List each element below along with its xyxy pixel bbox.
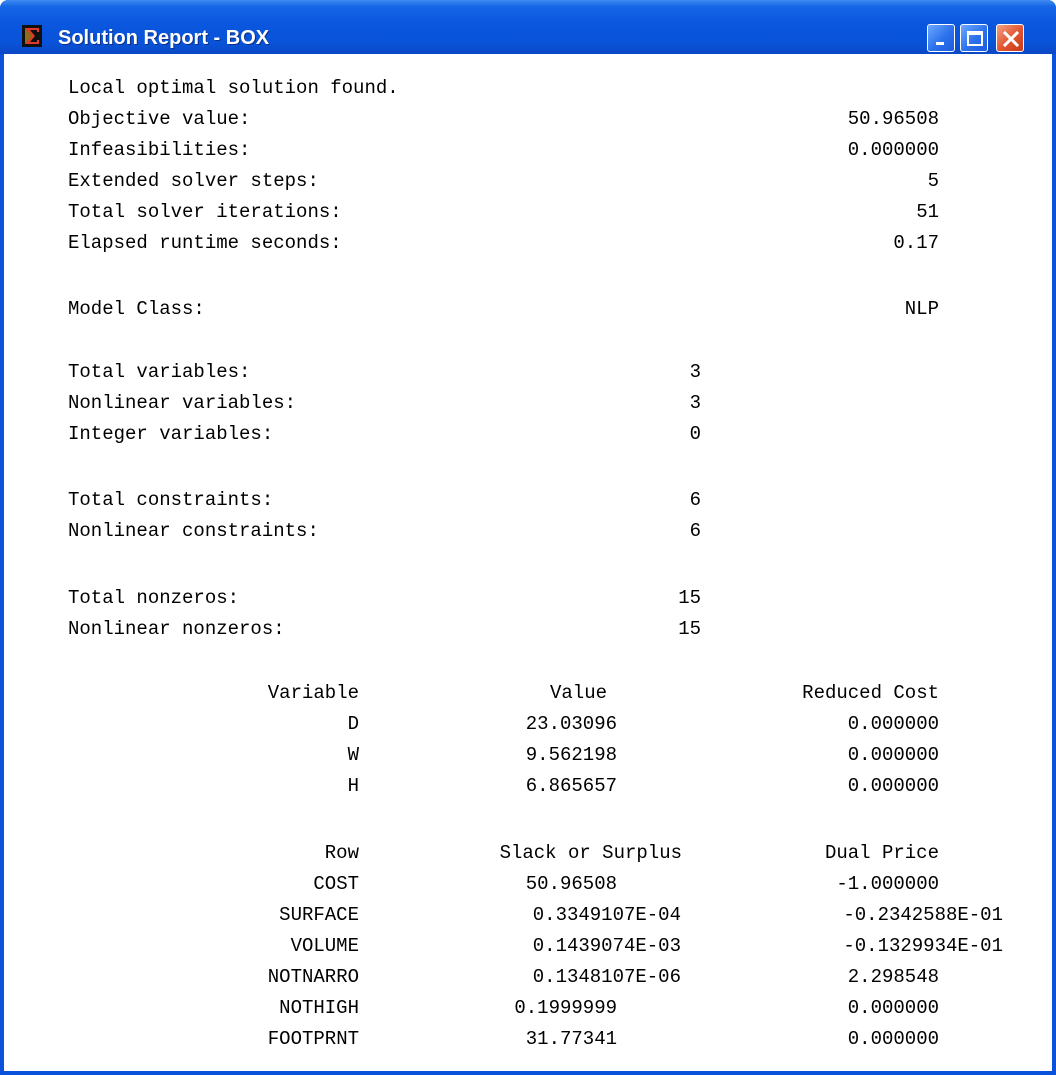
dual-price: 0.000000 <box>847 997 939 1019</box>
infeasibilities-label: Infeasibilities: <box>68 139 251 161</box>
slack-value: 31.77341 <box>525 1028 617 1050</box>
integer-variables-label: Integer variables: <box>68 423 274 445</box>
dual-price-column-header: Dual Price <box>824 842 939 864</box>
minimize-button[interactable] <box>927 24 955 52</box>
nonlinear-constraints-line: Nonlinear constraints: 6 <box>4 516 1052 546</box>
iterations-line: Total solver iterations: 51 <box>4 197 1052 227</box>
variable-value: 9.562198 <box>525 744 617 766</box>
row-name: COST <box>313 873 359 895</box>
dual-price: 2.298548 <box>847 966 939 988</box>
title-bar[interactable]: Solution Report - BOX <box>0 0 1056 54</box>
extended-steps-value: 5 <box>927 170 939 192</box>
table-row: NOTNARRO 0.1348107E-06 2.298548 <box>4 962 1052 992</box>
row-name: NOTNARRO <box>267 966 359 988</box>
infeasibilities-line: Infeasibilities: 0.000000 <box>4 135 1052 165</box>
close-icon <box>1002 30 1020 48</box>
close-button[interactable] <box>996 24 1024 52</box>
minimize-icon <box>936 42 944 45</box>
dual-price: -0.2342588E-01 <box>843 904 1003 926</box>
maximize-button[interactable] <box>960 24 988 52</box>
report-area[interactable]: Local optimal solution found. Objective … <box>4 54 1052 1071</box>
objective-line: Objective value: 50.96508 <box>4 104 1052 134</box>
slack-value: 50.96508 <box>525 873 617 895</box>
reduced-cost: 0.000000 <box>847 775 939 797</box>
nonlinear-variables-value: 3 <box>689 392 701 414</box>
iterations-label: Total solver iterations: <box>68 201 342 223</box>
slack-value: 0.3349107E-04 <box>532 904 681 926</box>
integer-variables-value: 0 <box>689 423 701 445</box>
reduced-cost: 0.000000 <box>847 713 939 735</box>
runtime-label: Elapsed runtime seconds: <box>68 232 342 254</box>
table-row: NOTHIGH 0.1999999 0.000000 <box>4 993 1052 1023</box>
total-variables-value: 3 <box>689 361 701 383</box>
model-class-value: NLP <box>904 298 939 320</box>
nonlinear-nonzeros-value: 15 <box>678 618 701 640</box>
table-row: VOLUME 0.1439074E-03 -0.1329934E-01 <box>4 931 1052 961</box>
row-name: NOTHIGH <box>279 997 359 1019</box>
variable-name: W <box>347 744 359 766</box>
total-variables-label: Total variables: <box>68 361 251 383</box>
total-constraints-line: Total constraints: 6 <box>4 485 1052 515</box>
row-column-header: Row <box>324 842 359 864</box>
row-name: SURFACE <box>279 904 359 926</box>
table-row: COST 50.96508 -1.000000 <box>4 869 1052 899</box>
slack-value: 0.1348107E-06 <box>532 966 681 988</box>
total-constraints-label: Total constraints: <box>68 489 274 511</box>
total-constraints-value: 6 <box>689 489 701 511</box>
table-row: H 6.865657 0.000000 <box>4 771 1052 801</box>
variable-value: 6.865657 <box>525 775 617 797</box>
solution-report-text: Local optimal solution found. Objective … <box>4 54 1052 1071</box>
runtime-line: Elapsed runtime seconds: 0.17 <box>4 228 1052 258</box>
variable-name: H <box>347 775 359 797</box>
rows-header-row: Row Slack or Surplus Dual Price <box>4 838 1052 868</box>
extended-steps-line: Extended solver steps: 5 <box>4 166 1052 196</box>
variables-header-row: Variable Value Reduced Cost <box>4 678 1052 708</box>
dual-price: 0.000000 <box>847 1028 939 1050</box>
row-name: VOLUME <box>290 935 359 957</box>
model-class-line: Model Class: NLP <box>4 294 1052 324</box>
status-line: Local optimal solution found. <box>4 73 1052 103</box>
integer-variables-line: Integer variables: 0 <box>4 419 1052 449</box>
objective-value: 50.96508 <box>847 108 939 130</box>
total-nonzeros-value: 15 <box>678 587 701 609</box>
extended-steps-label: Extended solver steps: <box>68 170 319 192</box>
total-variables-line: Total variables: 3 <box>4 357 1052 387</box>
maximize-icon <box>967 31 983 46</box>
table-row: FOOTPRNT 31.77341 0.000000 <box>4 1024 1052 1054</box>
value-column-header: Value <box>549 682 607 704</box>
model-class-label: Model Class: <box>68 298 205 320</box>
table-row: SURFACE 0.3349107E-04 -0.2342588E-01 <box>4 900 1052 930</box>
variable-column-header: Variable <box>267 682 359 704</box>
table-row: W 9.562198 0.000000 <box>4 740 1052 770</box>
lingo-sigma-icon <box>22 25 42 47</box>
iterations-value: 51 <box>916 201 939 223</box>
runtime-value: 0.17 <box>893 232 939 254</box>
variable-value: 23.03096 <box>525 713 617 735</box>
row-name: FOOTPRNT <box>267 1028 359 1050</box>
variable-name: D <box>347 713 359 735</box>
solution-report-window: Solution Report - BOX Local optimal solu… <box>0 0 1056 1075</box>
slack-value: 0.1999999 <box>514 997 617 1019</box>
window-title: Solution Report - BOX <box>58 27 270 49</box>
reduced-cost: 0.000000 <box>847 744 939 766</box>
dual-price: -0.1329934E-01 <box>843 935 1003 957</box>
dual-price: -1.000000 <box>836 873 939 895</box>
nonlinear-variables-label: Nonlinear variables: <box>68 392 297 414</box>
nonlinear-constraints-label: Nonlinear constraints: <box>68 520 319 542</box>
solution-status: Local optimal solution found. <box>68 77 399 99</box>
nonlinear-nonzeros-label: Nonlinear nonzeros: <box>68 618 285 640</box>
objective-label: Objective value: <box>68 108 251 130</box>
slack-column-header: Slack or Surplus <box>499 842 682 864</box>
reduced-cost-column-header: Reduced Cost <box>802 682 939 704</box>
nonlinear-variables-line: Nonlinear variables: 3 <box>4 388 1052 418</box>
table-row: D 23.03096 0.000000 <box>4 709 1052 739</box>
total-nonzeros-label: Total nonzeros: <box>68 587 240 609</box>
infeasibilities-value: 0.000000 <box>847 139 939 161</box>
nonlinear-nonzeros-line: Nonlinear nonzeros: 15 <box>4 614 1052 644</box>
nonlinear-constraints-value: 6 <box>689 520 701 542</box>
total-nonzeros-line: Total nonzeros: 15 <box>4 583 1052 613</box>
slack-value: 0.1439074E-03 <box>532 935 681 957</box>
